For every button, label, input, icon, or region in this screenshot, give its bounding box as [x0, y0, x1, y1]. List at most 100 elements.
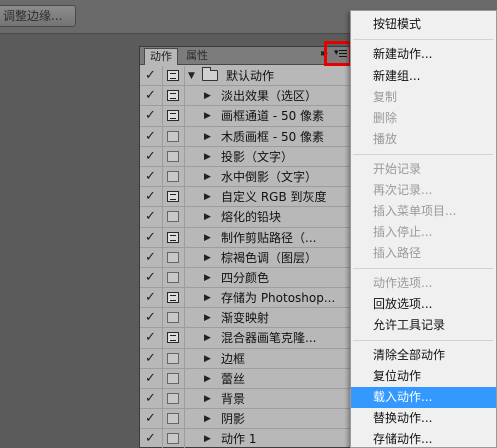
toggle-dialog-icon[interactable] [167, 150, 179, 162]
toggle-dialog-icon[interactable] [167, 352, 179, 364]
menu-item[interactable]: 按钮模式 [351, 14, 496, 35]
action-row[interactable]: ✓ ▶ 存储为 Photoshop... [140, 288, 353, 309]
toggle-item-checkbox[interactable]: ✓ [145, 391, 159, 406]
toggle-item-checkbox[interactable]: ✓ [145, 371, 159, 386]
toggle-item-checkbox[interactable]: ✓ [145, 88, 159, 103]
action-label: 边框 [221, 351, 246, 366]
refine-edge-button[interactable]: 调整边缘... [0, 5, 76, 27]
toggle-item-checkbox[interactable]: ✓ [145, 68, 159, 83]
collapsed-triangle-icon[interactable]: ▶ [204, 412, 211, 426]
toggle-item-checkbox[interactable]: ✓ [145, 330, 159, 345]
collapsed-triangle-icon[interactable]: ▶ [204, 231, 211, 245]
toggle-dialog-icon[interactable] [167, 90, 179, 102]
tab-actions[interactable]: 动作 [144, 48, 178, 65]
toggle-dialog-icon[interactable] [167, 312, 179, 324]
toggle-item-checkbox[interactable]: ✓ [145, 189, 159, 204]
collapsed-triangle-icon[interactable]: ▶ [204, 190, 211, 204]
column-divider [162, 227, 163, 247]
collapsed-triangle-icon[interactable]: ▶ [204, 170, 211, 184]
menu-item[interactable]: 替换动作... [351, 408, 496, 429]
toggle-item-checkbox[interactable]: ✓ [145, 411, 159, 426]
toggle-dialog-icon[interactable] [167, 271, 179, 283]
action-label: 自定义 RGB 到灰度 [221, 190, 327, 205]
toggle-item-checkbox[interactable]: ✓ [145, 250, 159, 265]
menu-item[interactable]: 复位动作 [351, 366, 496, 387]
action-label: 背景 [221, 392, 246, 406]
menu-item[interactable]: 新建组... [351, 66, 496, 87]
action-row[interactable]: ✓ ▶ 蕾丝 [140, 368, 353, 389]
toggle-item-checkbox[interactable]: ✓ [145, 129, 159, 144]
collapsed-triangle-icon[interactable]: ▶ [204, 392, 211, 406]
action-row[interactable]: ✓ ▶ 动作 1 [140, 429, 353, 448]
toggle-dialog-icon[interactable] [167, 372, 179, 384]
action-row[interactable]: ✓ ▶ 木质画框 - 50 像素 [140, 126, 353, 147]
collapsed-triangle-icon[interactable]: ▶ [204, 352, 211, 366]
toggle-dialog-icon[interactable] [167, 70, 179, 81]
action-row[interactable]: ✓ ▶ 边框 [140, 348, 353, 369]
toggle-item-checkbox[interactable]: ✓ [145, 149, 159, 164]
menu-item[interactable]: 新建动作... [351, 44, 496, 65]
collapsed-triangle-icon[interactable]: ▶ [204, 89, 211, 103]
collapsed-triangle-icon[interactable]: ▶ [204, 271, 211, 285]
action-row[interactable]: ✓ ▶ 棕褐色调（图层） [140, 247, 353, 268]
tab-properties[interactable]: 属性 [181, 48, 213, 65]
toggle-item-checkbox[interactable]: ✓ [145, 310, 159, 325]
toggle-dialog-icon[interactable] [167, 130, 179, 142]
action-row[interactable]: ✓ ▶ 投影（文字） [140, 146, 353, 167]
toggle-dialog-icon[interactable] [167, 413, 179, 425]
action-set-row[interactable]: ✓ ▼ 默认动作 [140, 66, 353, 87]
column-divider [184, 328, 185, 348]
action-row[interactable]: ✓ ▶ 自定义 RGB 到灰度 [140, 187, 353, 208]
menu-item[interactable]: 存储动作... [351, 429, 496, 448]
toggle-dialog-icon[interactable] [167, 292, 179, 304]
action-row[interactable]: ✓ ▶ 背景 [140, 389, 353, 410]
collapsed-triangle-icon[interactable]: ▶ [204, 109, 211, 123]
toggle-dialog-icon[interactable] [167, 211, 179, 223]
collapsed-triangle-icon[interactable]: ▶ [204, 372, 211, 386]
action-row[interactable]: ✓ ▶ 画框通道 - 50 像素 [140, 106, 353, 127]
toggle-item-checkbox[interactable]: ✓ [145, 351, 159, 366]
toggle-dialog-icon[interactable] [167, 251, 179, 263]
action-label: 投影（文字） [221, 149, 294, 164]
action-row[interactable]: ✓ ▶ 熔化的铅块 [140, 207, 353, 228]
toggle-item-checkbox[interactable]: ✓ [145, 108, 159, 123]
expanded-triangle-icon[interactable]: ▼ [188, 69, 195, 83]
action-row[interactable]: ✓ ▶ 混合器画笔克隆... [140, 328, 353, 349]
action-row[interactable]: ✓ ▶ 水中倒影（文字） [140, 166, 353, 188]
collapsed-triangle-icon[interactable]: ▶ [204, 432, 211, 446]
column-divider [162, 146, 163, 166]
collapsed-triangle-icon[interactable]: ▶ [204, 210, 211, 224]
toggle-dialog-icon[interactable] [167, 110, 179, 122]
column-divider [162, 126, 163, 146]
action-label: 混合器画笔克隆... [221, 331, 317, 346]
menu-item[interactable]: 允许工具记录 [351, 315, 496, 336]
toggle-dialog-icon[interactable] [167, 393, 179, 404]
action-row[interactable]: ✓ ▶ 四分颜色 [140, 267, 353, 289]
toggle-item-checkbox[interactable]: ✓ [145, 290, 159, 305]
menu-item[interactable]: 清除全部动作 [351, 345, 496, 366]
collapsed-triangle-icon[interactable]: ▶ [204, 331, 211, 345]
toggle-item-checkbox[interactable]: ✓ [145, 230, 159, 245]
collapsed-triangle-icon[interactable]: ▶ [204, 130, 211, 144]
action-row[interactable]: ✓ ▶ 淡出效果（选区） [140, 86, 353, 107]
toggle-dialog-icon[interactable] [167, 433, 179, 445]
collapsed-triangle-icon[interactable]: ▶ [204, 251, 211, 265]
toggle-dialog-icon[interactable] [167, 231, 179, 243]
collapsed-triangle-icon[interactable]: ▶ [204, 291, 211, 305]
panel-menu-button[interactable]: ▾ [324, 41, 352, 66]
collapsed-triangle-icon[interactable]: ▶ [204, 311, 211, 325]
toggle-dialog-icon[interactable] [167, 191, 179, 203]
collapsed-triangle-icon[interactable]: ▶ [204, 150, 211, 164]
action-row[interactable]: ✓ ▶ 制作剪贴路径（... [140, 227, 353, 248]
menu-item[interactable]: 回放选项... [351, 294, 496, 315]
action-set-label: 默认动作 [226, 69, 275, 83]
toggle-item-checkbox[interactable]: ✓ [145, 169, 159, 184]
menu-item[interactable]: 载入动作... [351, 387, 496, 408]
toggle-item-checkbox[interactable]: ✓ [145, 431, 159, 446]
toggle-item-checkbox[interactable]: ✓ [145, 209, 159, 224]
toggle-dialog-icon[interactable] [167, 332, 179, 344]
action-row[interactable]: ✓ ▶ 渐变映射 [140, 308, 353, 329]
toggle-dialog-icon[interactable] [167, 170, 179, 182]
toggle-item-checkbox[interactable]: ✓ [145, 270, 159, 285]
action-row[interactable]: ✓ ▶ 阴影 [140, 409, 353, 430]
